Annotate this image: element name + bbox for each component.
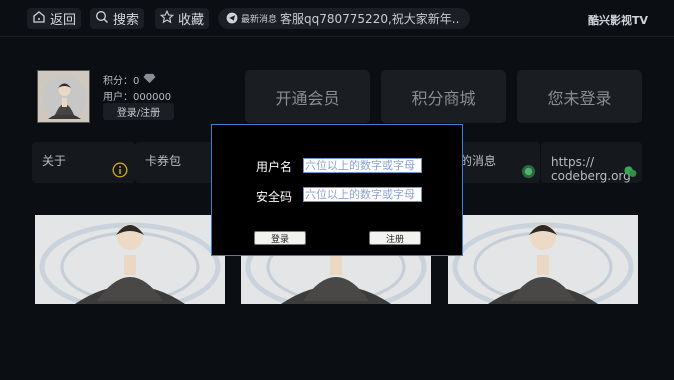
search-label: 搜索 [113, 13, 140, 28]
code-label: 安全码 [256, 190, 293, 204]
username-label: 用户名 [256, 160, 293, 174]
points-text: 积分：0 [103, 76, 140, 87]
security-code-input[interactable] [303, 187, 422, 202]
video-thumbnail[interactable] [448, 215, 638, 304]
notice-tag: 最新消息 [241, 15, 278, 25]
home-icon [32, 10, 46, 28]
message-icon [521, 164, 536, 183]
about-label: 关于 [42, 154, 67, 168]
favorites-button[interactable]: 收藏 [155, 8, 210, 29]
meditating-figure-icon [38, 71, 89, 122]
favorites-label: 收藏 [178, 13, 205, 28]
info-icon [112, 162, 128, 182]
notice-bar[interactable]: 最新消息 客服qq780775220,祝大家新年.. [218, 8, 470, 29]
not-logged-in-button[interactable]: 您未登录 [517, 70, 642, 123]
app-title: 酷兴影视TV [587, 14, 648, 27]
points-mall-button[interactable]: 积分商城 [381, 70, 506, 123]
link-card[interactable]: https:// codeberg.org [541, 142, 642, 183]
login-button[interactable]: 登录 [254, 231, 306, 245]
points-row: 积分：0 [103, 72, 156, 87]
video-thumbnail[interactable] [35, 215, 225, 304]
vip-button[interactable]: 开通会员 [245, 70, 370, 123]
back-button[interactable]: 返回 [27, 8, 82, 29]
about-card[interactable]: 关于 [32, 142, 135, 183]
link-label: https:// codeberg.org [551, 155, 631, 183]
top-bar: 返回 搜索 收藏 最新消息 客服qq780775220,祝大家新年.. 酷兴影视… [0, 0, 674, 37]
login-register-button[interactable]: 登录/注册 [103, 103, 174, 120]
username-input[interactable] [303, 158, 422, 173]
send-icon [226, 9, 238, 28]
login-dialog: 用户名 安全码 登录 注册 [211, 124, 463, 256]
chat-icon [623, 164, 638, 183]
register-button[interactable]: 注册 [369, 231, 421, 245]
notice-text: 客服qq780775220,祝大家新年.. [280, 12, 460, 26]
search-button[interactable]: 搜索 [90, 8, 145, 29]
meditating-figure-image [35, 215, 225, 304]
avatar[interactable] [37, 70, 90, 123]
search-icon [95, 10, 109, 28]
star-icon [159, 9, 175, 28]
coupon-label: 卡券包 [145, 154, 182, 168]
back-label: 返回 [50, 13, 77, 28]
diamond-icon [143, 73, 156, 87]
user-id: 用户：000000 [103, 92, 172, 103]
meditating-figure-image [448, 215, 638, 304]
